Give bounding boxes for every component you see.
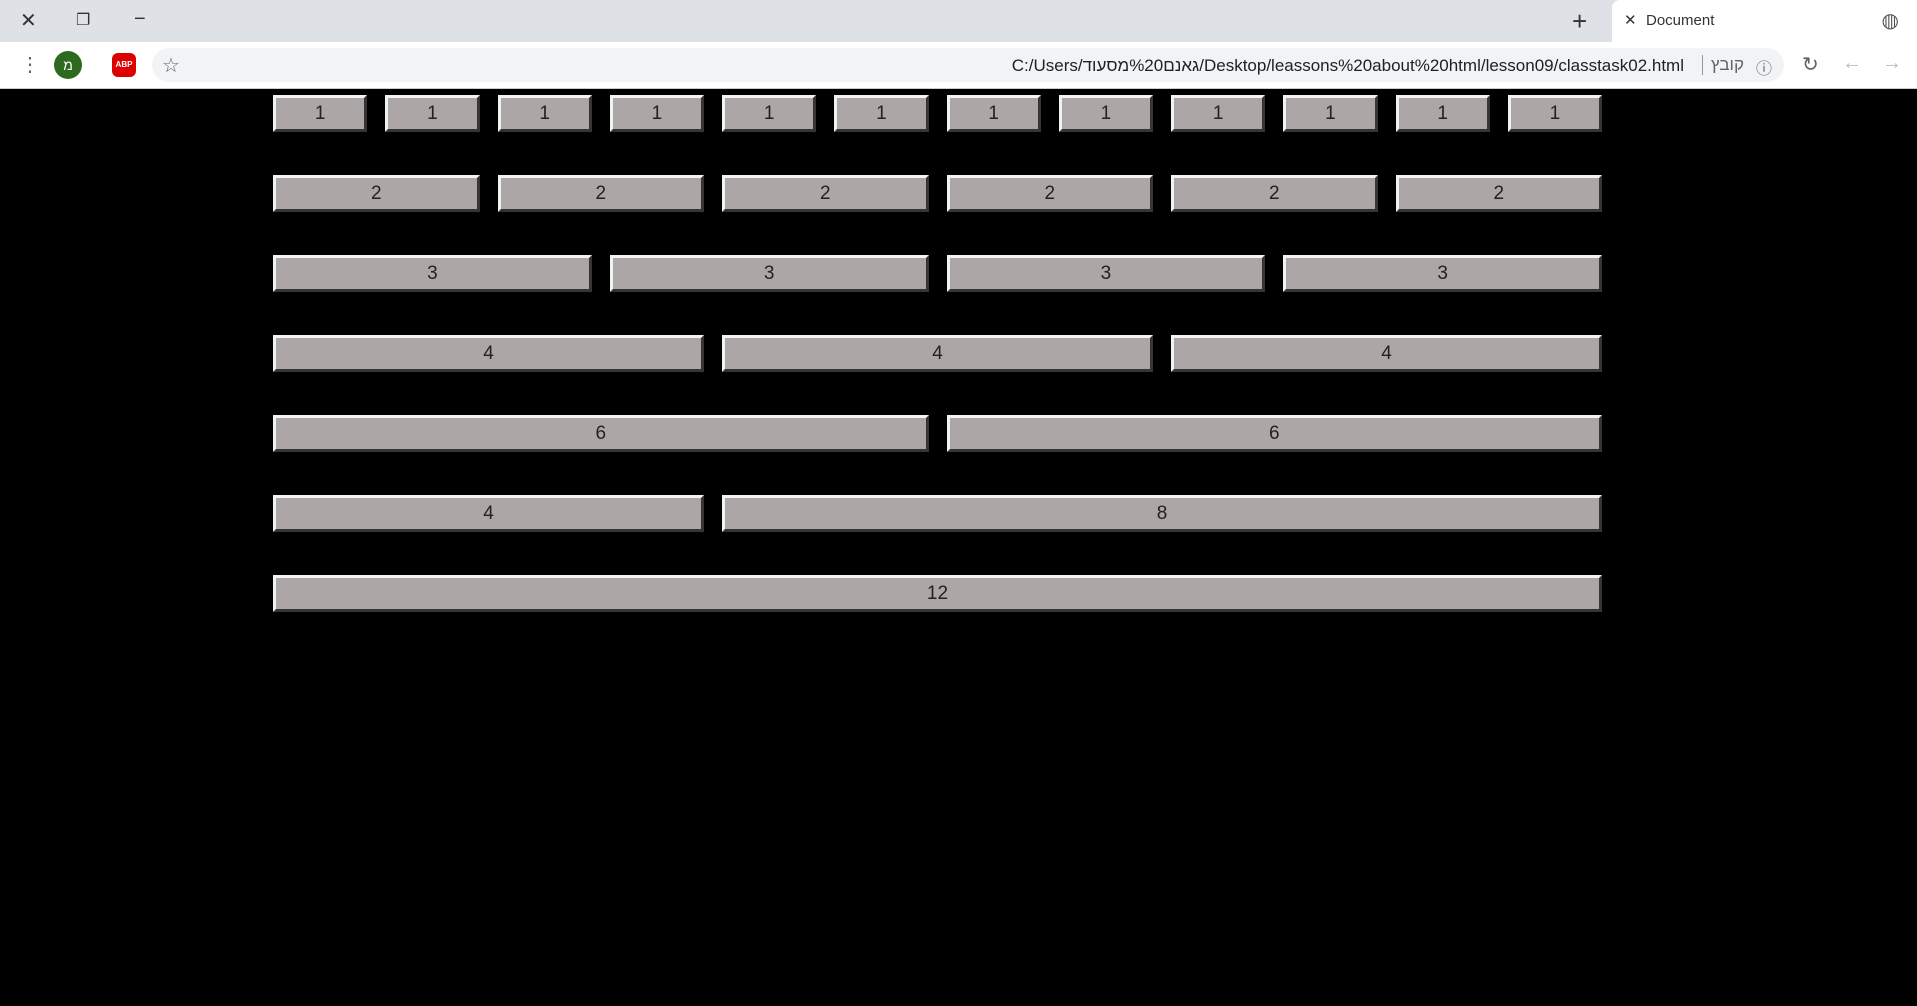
- tab-bar: ✕ ❐ − + ✕ Document ◍: [0, 0, 1917, 42]
- grid-cell-span-2: 2: [497, 175, 704, 212]
- grid-cell-span-2: 2: [273, 175, 480, 212]
- grid-cell-span-2: 2: [1395, 175, 1602, 212]
- url-text[interactable]: C:/Users/גאנם%20מסעוד/Desktop/leassons%2…: [1012, 56, 1684, 76]
- grid-cell-span-1: 1: [273, 95, 368, 132]
- info-icon[interactable]: ⓘ: [1756, 55, 1772, 79]
- tab-title: Document: [1646, 12, 1715, 29]
- grid-cell-span-4: 4: [722, 335, 1153, 372]
- scheme-label: קובץ: [1701, 55, 1744, 75]
- grid-cell-span-2: 2: [722, 175, 929, 212]
- grid-cell-span-1: 1: [609, 95, 704, 132]
- grid-cell-span-4: 4: [1171, 335, 1602, 372]
- grid-cell-span-3: 3: [273, 255, 592, 292]
- omnibox[interactable]: ☆ C:/Users/גאנם%20מסעוד/Desktop/leassons…: [152, 48, 1784, 82]
- minimize-window-icon[interactable]: −: [134, 8, 146, 31]
- grid-cell-span-2: 2: [946, 175, 1153, 212]
- grid-cell-span-1: 1: [1507, 95, 1602, 132]
- close-tab-icon[interactable]: ✕: [1624, 11, 1637, 29]
- address-bar: ⋮ מ ABP ☆ C:/Users/גאנם%20מסעוד/Desktop/…: [0, 42, 1917, 89]
- back-icon[interactable]: ←: [1842, 52, 1862, 75]
- tab-document[interactable]: ✕ Document ◍: [1612, 0, 1917, 42]
- close-window-icon[interactable]: ✕: [20, 8, 37, 33]
- grid-cell-span-1: 1: [1058, 95, 1153, 132]
- grid-cell-span-3: 3: [609, 255, 929, 292]
- grid-cell-span-1: 1: [834, 95, 929, 132]
- grid-cell-span-4: 4: [273, 335, 704, 372]
- grid-cell-span-2: 2: [1171, 175, 1378, 212]
- globe-icon: ◍: [1881, 10, 1899, 32]
- grid-cell-span-1: 1: [1395, 95, 1490, 132]
- profile-avatar[interactable]: מ: [54, 51, 82, 79]
- grid-cell-span-1: 1: [385, 95, 480, 132]
- grid-cell-span-8: 8: [722, 495, 1602, 532]
- grid-cell-span-12: 12: [273, 575, 1602, 612]
- forward-icon[interactable]: →: [1882, 52, 1902, 75]
- grid-cell-span-3: 3: [1283, 255, 1602, 292]
- grid-cell-span-1: 1: [1171, 95, 1266, 132]
- new-tab-button[interactable]: +: [1572, 6, 1587, 37]
- grid-cell-span-1: 1: [497, 95, 592, 132]
- column-grid: 1 1 1 1 1 1 1 1 1 1 1 1 2 2 2 2 2 2 3 3 3 3 4 4 4 6 6 4 8 12: [273, 95, 1602, 612]
- grid-cell-span-4: 4: [273, 495, 704, 532]
- grid-cell-span-1: 1: [1283, 95, 1378, 132]
- bookmark-star-icon[interactable]: ☆: [162, 53, 180, 78]
- restore-window-icon[interactable]: ❐: [76, 10, 90, 30]
- grid-cell-span-6: 6: [273, 415, 929, 452]
- reload-icon[interactable]: ↻: [1802, 52, 1819, 77]
- adblock-icon[interactable]: ABP: [112, 53, 136, 77]
- grid-cell-span-6: 6: [946, 415, 1602, 452]
- menu-icon[interactable]: ⋮: [20, 52, 40, 77]
- grid-cell-span-1: 1: [722, 95, 817, 132]
- grid-cell-span-1: 1: [946, 95, 1041, 132]
- grid-cell-span-3: 3: [946, 255, 1266, 292]
